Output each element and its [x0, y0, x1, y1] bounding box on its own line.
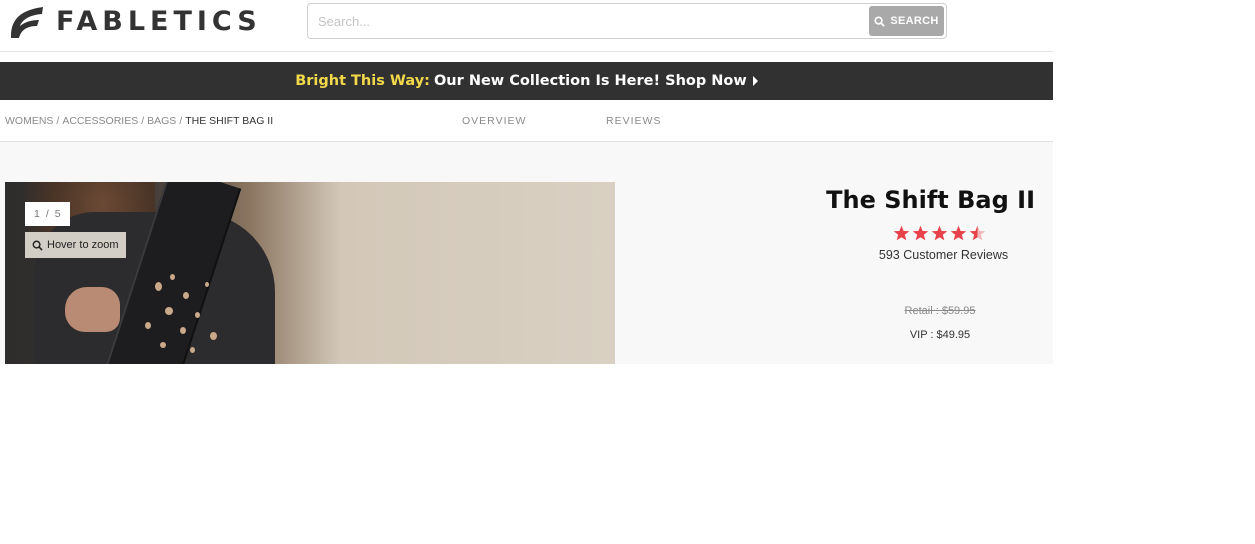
search-button[interactable]: SEARCH	[869, 6, 944, 36]
breadcrumb-womens[interactable]: WOMENS	[5, 115, 53, 127]
search-icon	[874, 15, 886, 27]
breadcrumb-current: THE SHIFT BAG II	[185, 115, 274, 127]
star-icon	[931, 225, 948, 241]
breadcrumb-separator: /	[141, 115, 145, 127]
site-header: FABLETICS SEARCH	[0, 0, 1053, 52]
zoom-hint: Hover to zoom	[25, 232, 126, 258]
fabletics-logo-icon	[11, 7, 43, 38]
caret-right-icon	[752, 76, 758, 86]
image-counter-total: 5	[54, 208, 61, 220]
star-icon	[893, 225, 910, 241]
breadcrumb-separator: /	[56, 115, 60, 127]
promo-highlight-text: Bright This Way:	[295, 73, 430, 89]
breadcrumb-accessories[interactable]: ACCESSORIES	[62, 115, 138, 127]
image-counter-separator: /	[45, 208, 49, 220]
promo-text: Our New Collection Is Here! Shop Now	[433, 73, 747, 89]
breadcrumb-separator: /	[179, 115, 183, 127]
fabletics-logo[interactable]: FABLETICS	[9, 5, 262, 39]
star-icon	[912, 225, 929, 241]
magnifier-icon	[32, 240, 43, 251]
star-icon	[969, 225, 986, 241]
breadcrumb: WOMENS / ACCESSORIES / BAGS / THE SHIFT …	[5, 101, 273, 141]
product-main: 1 / 5 Hover to zoom The Shift Bag II 593…	[0, 142, 1053, 364]
search-input[interactable]	[318, 4, 858, 38]
image-counter: 1 / 5	[25, 202, 70, 226]
promo-banner[interactable]: Bright This Way: Our New Collection Is H…	[0, 62, 1053, 100]
product-image-gallery[interactable]: 1 / 5 Hover to zoom	[5, 182, 615, 364]
logo-text: FABLETICS	[56, 6, 262, 37]
product-subnav: WOMENS / ACCESSORIES / BAGS / THE SHIFT …	[0, 101, 1053, 142]
star-icon	[950, 225, 967, 241]
tab-overview[interactable]: OVERVIEW	[462, 101, 526, 141]
tab-reviews[interactable]: REVIEWS	[606, 101, 661, 141]
zoom-hint-text: Hover to zoom	[47, 239, 119, 251]
vip-price: VIP : $49.95	[909, 329, 971, 341]
search-bar: SEARCH	[307, 3, 947, 39]
reviews-count-link[interactable]: 593 Customer Reviews	[866, 248, 1021, 262]
search-button-label: SEARCH	[890, 15, 939, 27]
image-counter-current: 1	[34, 208, 40, 220]
breadcrumb-bags[interactable]: BAGS	[147, 115, 176, 127]
product-title: The Shift Bag II	[826, 186, 1035, 214]
retail-price: Retail : $59.95	[904, 305, 976, 317]
star-rating[interactable]	[893, 225, 986, 242]
